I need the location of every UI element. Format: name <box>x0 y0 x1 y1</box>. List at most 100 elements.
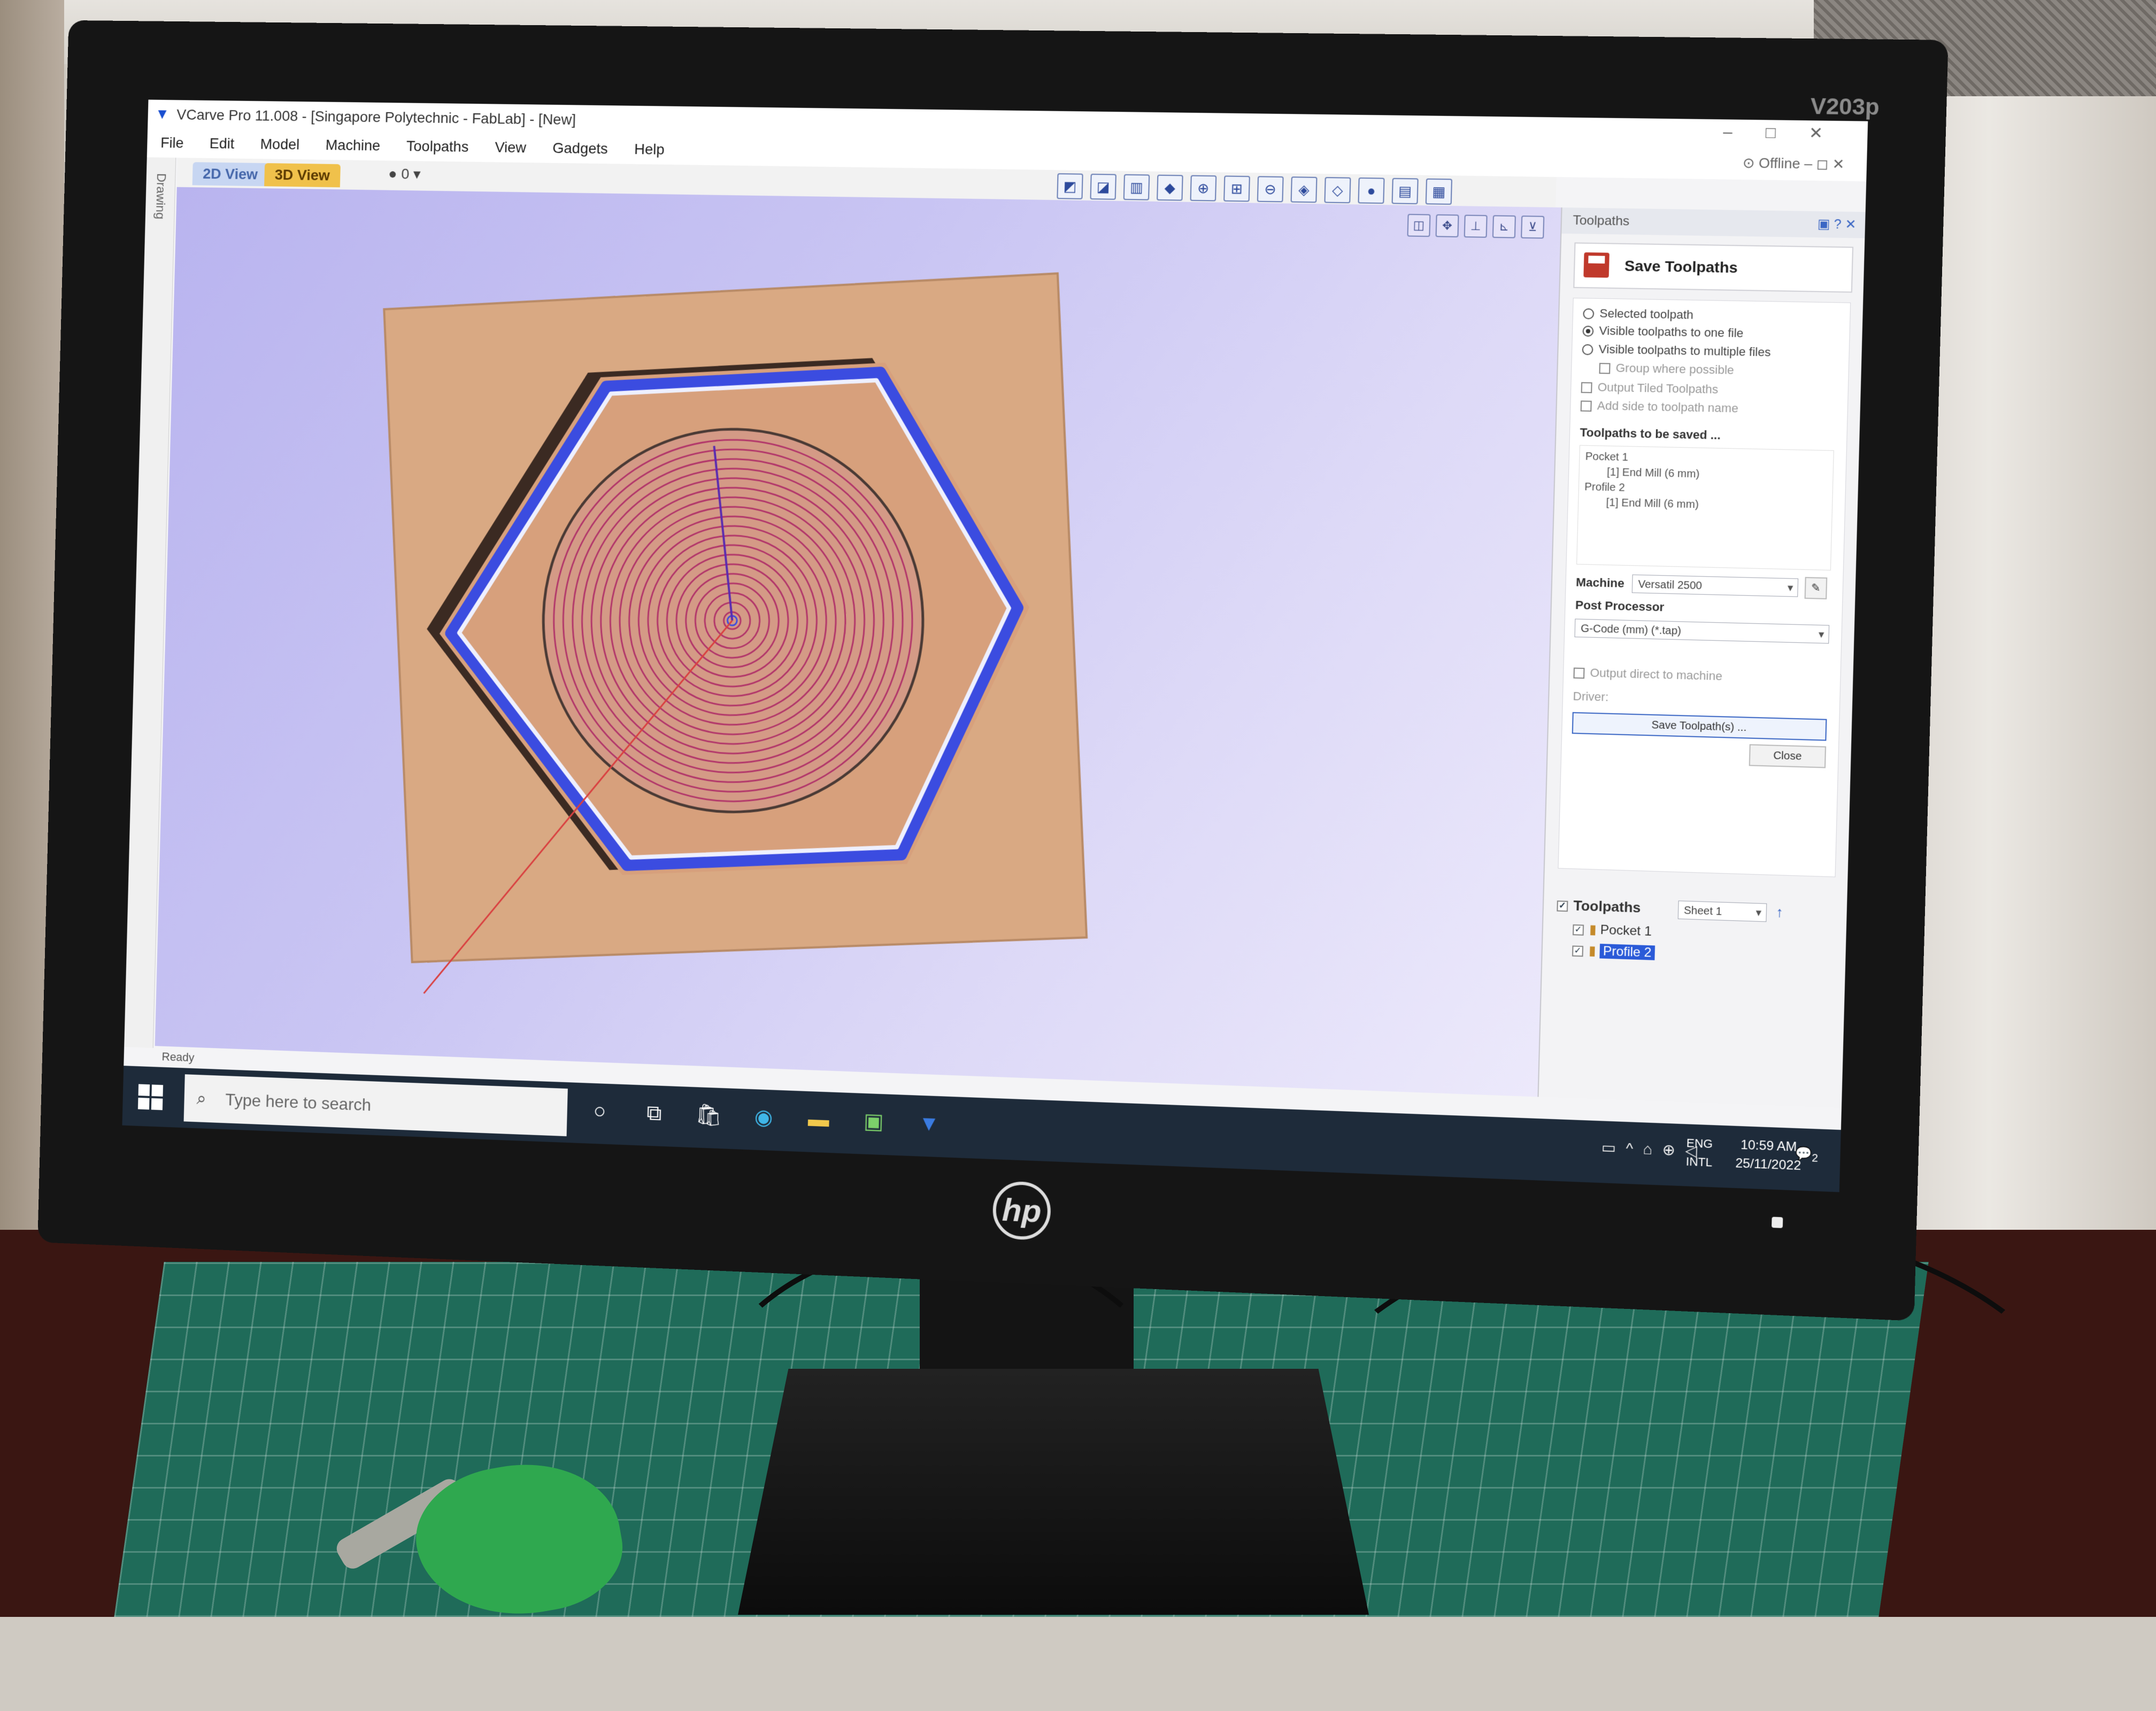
store-icon[interactable]: 🛍 <box>691 1098 726 1133</box>
cortana-icon[interactable]: ○ <box>582 1093 617 1129</box>
monitor: V203p hp ▼ VCarve Pro 11.008 - [Singapor… <box>37 20 1949 1321</box>
save-toolpaths-header: Save Toolpaths <box>1573 242 1854 293</box>
tree-title: Toolpaths <box>1573 897 1641 916</box>
menu-machine[interactable]: Machine <box>325 130 381 161</box>
save-toolpaths-title: Save Toolpaths <box>1624 257 1738 276</box>
drawing-side-tab-label: Drawing <box>153 173 168 220</box>
screen: ▼ VCarve Pro 11.008 - [Singapore Polytec… <box>122 99 1868 1192</box>
checkbox-checked-icon[interactable]: ✓ <box>1572 945 1584 957</box>
vcarve-app-icon: ▼ <box>155 105 170 122</box>
option-label: Selected toolpath <box>1599 306 1694 322</box>
layout-panels-icon[interactable]: ▦ <box>1425 178 1452 205</box>
option-visible-multiple-files[interactable]: Visible toolpaths to multiple files <box>1582 342 1771 360</box>
layer-icon: ● <box>388 165 398 182</box>
notification-icon[interactable]: 💬2 <box>1795 1146 1819 1165</box>
render-icon[interactable]: ◇ <box>1324 177 1351 204</box>
offline-status[interactable]: ⊙ Offline – ◻ ✕ <box>1743 155 1845 173</box>
menu-view[interactable]: View <box>495 133 527 163</box>
search-icon: ⌕ <box>196 1088 207 1109</box>
3d-viewport[interactable]: ◫ ✥ ⊥ ⊾ ⊻ <box>155 187 1561 1097</box>
menu-help[interactable]: Help <box>634 134 665 164</box>
sheet-select[interactable]: Sheet 1 <box>1677 900 1767 922</box>
menu-toolpaths[interactable]: Toolpaths <box>406 132 469 162</box>
toolpath-icon: ▮ <box>1588 943 1600 959</box>
vcarve-taskbar-icon[interactable]: ▼ <box>912 1106 946 1141</box>
image-viewer-icon[interactable]: ▣ <box>856 1104 891 1139</box>
panel-pin-icon[interactable]: ▣ ? ✕ <box>1817 211 1857 238</box>
lang-top: ENG <box>1686 1136 1713 1151</box>
option-group-where-possible[interactable]: Group where possible <box>1599 361 1734 377</box>
monitor-cable <box>695 1240 1187 1625</box>
zoom-in-icon[interactable]: ⊕ <box>1190 175 1217 202</box>
window-controls[interactable]: –□✕ <box>1723 122 1857 143</box>
menu-edit[interactable]: Edit <box>209 129 235 159</box>
close-button[interactable]: Close <box>1749 744 1827 768</box>
shade-icon[interactable]: ◈ <box>1290 176 1318 203</box>
machine-select[interactable]: Versatil 2500 <box>1631 574 1799 597</box>
checkbox-icon <box>1581 382 1592 394</box>
output-direct-option[interactable]: Output direct to machine <box>1573 665 1722 683</box>
zoom-out-icon[interactable]: ⊖ <box>1257 176 1284 203</box>
clock-date: 25/11/2022 <box>1735 1155 1801 1174</box>
to-be-saved-title: Toolpaths to be saved ... <box>1580 425 1721 442</box>
to-be-saved-list: Pocket 1 [1] End Mill (6 mm) Profile 2 [… <box>1576 445 1834 571</box>
view-fit-icon[interactable]: ◆ <box>1157 174 1183 201</box>
power-led <box>1772 1216 1783 1228</box>
move-up-icon[interactable]: ↑ <box>1776 904 1783 920</box>
tree-item-label: Profile 2 <box>1599 944 1656 960</box>
save-toolpaths-button[interactable]: Save Toolpath(s) ... <box>1572 712 1827 741</box>
checkbox-checked-icon[interactable]: ✓ <box>1573 924 1584 936</box>
option-selected-toolpath[interactable]: Selected toolpath <box>1583 306 1693 322</box>
save-disk-icon <box>1583 252 1610 278</box>
post-processor-label: Post Processor <box>1575 598 1665 614</box>
view-grid-icon[interactable]: ▥ <box>1123 174 1150 201</box>
radio-icon <box>1582 344 1593 356</box>
option-label: Output direct to machine <box>1590 666 1723 683</box>
layer-count: 0 <box>401 165 410 182</box>
taskbar-clock[interactable]: 10:59 AM 25/11/2022 <box>1735 1136 1802 1175</box>
view-iso-icon[interactable]: ◩ <box>1057 173 1083 199</box>
hp-logo: hp <box>992 1181 1052 1241</box>
taskbar-search[interactable]: ⌕ Type here to search <box>183 1074 568 1137</box>
layer-indicator[interactable]: ● 0 ▾ <box>388 165 421 182</box>
tree-item-pocket[interactable]: ✓ ▮ Pocket 1 <box>1556 921 1833 945</box>
menu-model[interactable]: Model <box>260 129 300 159</box>
checkbox-checked-icon[interactable]: ✓ <box>1557 900 1568 912</box>
option-label: Add side to toolpath name <box>1597 398 1739 415</box>
checkbox-icon <box>1573 667 1585 679</box>
zoom-box-icon[interactable]: ⊞ <box>1223 175 1250 202</box>
view-top-icon[interactable]: ◪ <box>1090 173 1116 200</box>
search-placeholder: Type here to search <box>225 1090 372 1115</box>
radio-checked-icon <box>1582 326 1594 337</box>
post-processor-select[interactable]: G-Code (mm) (*.tap) <box>1574 619 1830 644</box>
windows-start-icon[interactable] <box>137 1084 164 1111</box>
machine-edit-icon[interactable]: ✎ <box>1804 577 1828 599</box>
tree-item-label: Pocket 1 <box>1600 922 1652 939</box>
option-label: Output Tiled Toolpaths <box>1597 380 1719 396</box>
driver-label: Driver: <box>1573 689 1609 704</box>
option-add-side[interactable]: Add side to toolpath name <box>1580 398 1739 415</box>
edge-icon[interactable]: ◉ <box>746 1100 781 1135</box>
panel-header: Toolpaths ▣ ? ✕ <box>1561 207 1867 238</box>
input-language[interactable]: ENG INTL <box>1685 1134 1713 1172</box>
menu-gadgets[interactable]: Gadgets <box>552 133 609 164</box>
tab-3d-view[interactable]: 3D View <box>264 163 341 188</box>
toolpath-icon: ▮ <box>1589 922 1600 937</box>
save-options: Selected toolpath Visible toolpaths to o… <box>1558 297 1851 877</box>
machine-label: Machine <box>1575 575 1625 590</box>
layout-split-icon[interactable]: ▤ <box>1391 178 1419 205</box>
offline-label: Offline <box>1758 155 1801 172</box>
toolpaths-panel: Toolpaths ▣ ? ✕ Save Toolpaths Selected … <box>1537 207 1867 1108</box>
file-explorer-icon[interactable]: ▬ <box>801 1101 836 1137</box>
option-output-tiled[interactable]: Output Tiled Toolpaths <box>1581 380 1719 397</box>
tree-item-profile[interactable]: ✓ ▮ Profile 2 <box>1556 942 1832 967</box>
model-render <box>155 187 1561 1097</box>
material-icon[interactable]: ● <box>1358 177 1385 204</box>
taskbar-apps: ○ ⧉ 🛍 ◉ ▬ ▣ ▼ <box>582 1093 946 1141</box>
checkbox-icon <box>1599 363 1611 374</box>
option-visible-one-file[interactable]: Visible toolpaths to one file <box>1582 323 1744 341</box>
lang-bottom: INTL <box>1685 1154 1713 1169</box>
task-view-icon[interactable]: ⧉ <box>637 1096 671 1131</box>
tab-2d-view[interactable]: 2D View <box>192 162 268 187</box>
menu-file[interactable]: File <box>160 128 184 158</box>
